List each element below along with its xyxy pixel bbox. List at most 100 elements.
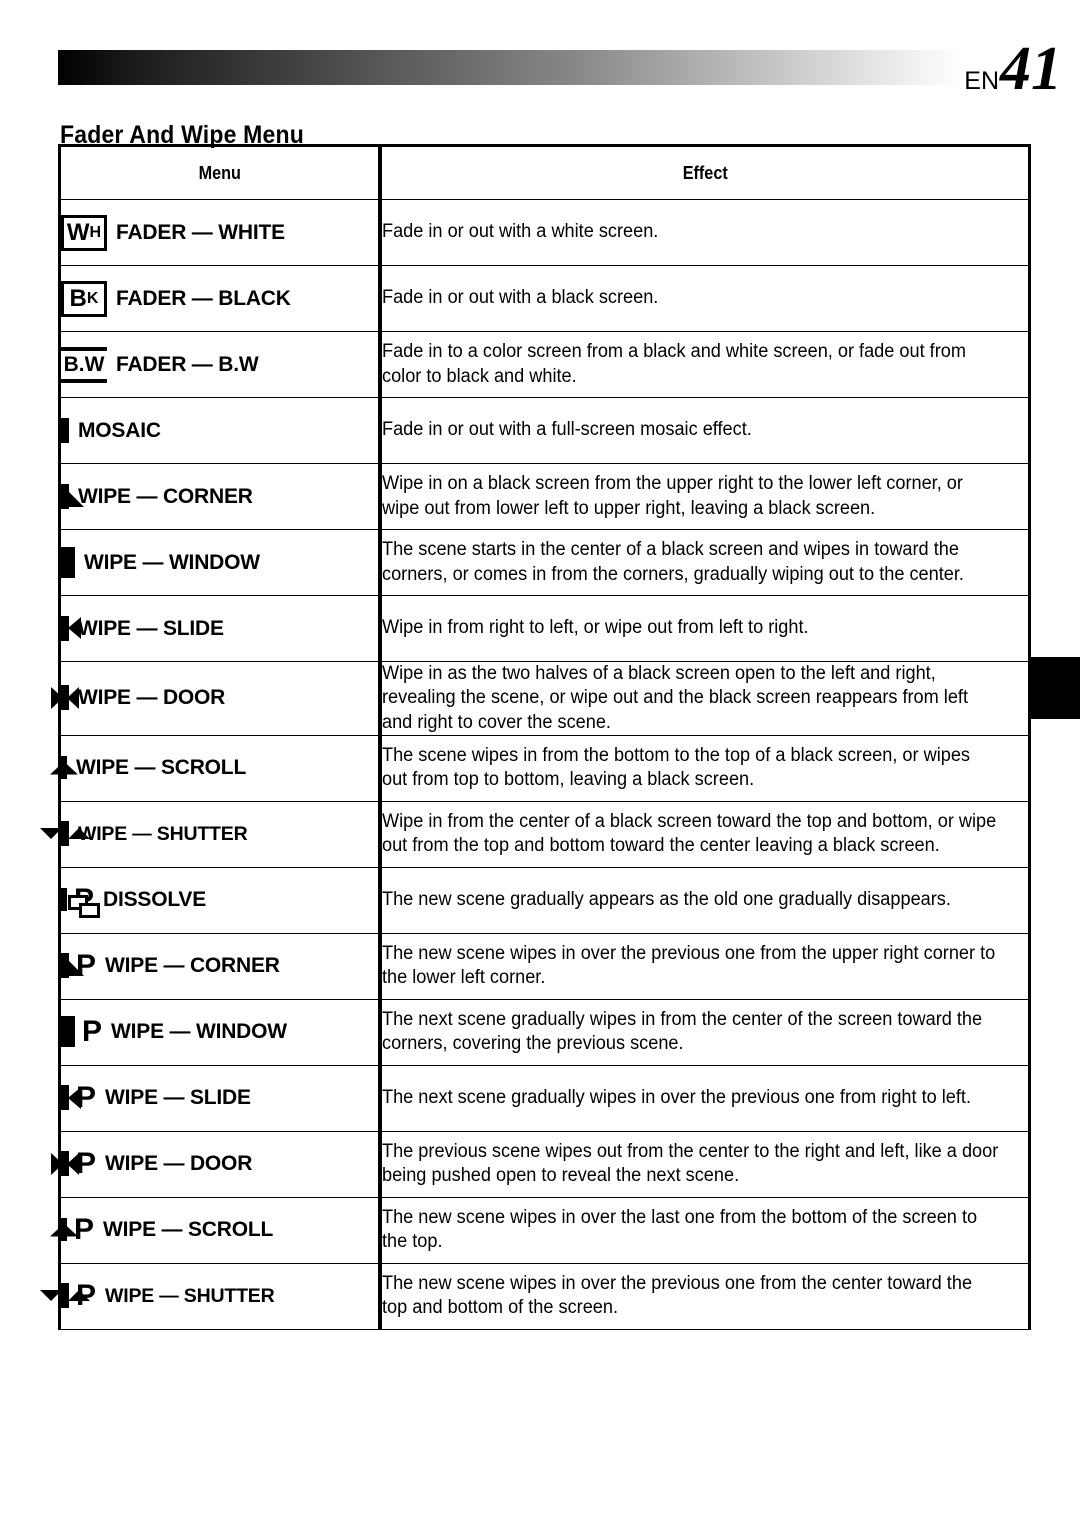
- effect-cell: Fade in or out with a full-screen mosaic…: [379, 397, 1031, 464]
- menu-cell: B.W FADER — B.W: [58, 331, 382, 398]
- effect-cell: The next scene gradually wipes in over t…: [379, 1064, 1031, 1132]
- effect-description: The next scene gradually wipes in from t…: [381, 1009, 982, 1055]
- page-language-code: EN: [964, 67, 999, 95]
- effect-cell: Fade in or out with a white screen.: [379, 199, 1031, 266]
- menu-item-label: FADER — BLACK: [116, 286, 291, 310]
- menu-item-label: MOSAIC: [78, 418, 161, 442]
- menu-cell: P WIPE — DOOR: [51, 1130, 382, 1198]
- table-row: P WIPE — DOOR The previous scene wipes out…: [51, 1130, 1031, 1198]
- effect-description: Wipe in from the center of a black scree…: [381, 811, 996, 857]
- menu-cell: WIPE — DOOR: [51, 661, 382, 736]
- effect-cell: Wipe in as the two halves of a black scr…: [379, 661, 1031, 736]
- effect-cell: The next scene gradually wipes in from t…: [379, 998, 1031, 1066]
- menu-item-label: WIPE — SCROLL: [76, 756, 247, 780]
- effect-cell: The previous scene wipes out from the ce…: [379, 1130, 1031, 1198]
- menu-item-label: FADER — B.W: [116, 352, 259, 376]
- effect-description: Wipe in as the two halves of a black scr…: [381, 663, 968, 733]
- table-row: MOSAIC Fade in or out with a full-screen …: [58, 397, 1031, 464]
- table-row: P WIPE — SCROLL The new scene wipes in ove…: [50, 1196, 1031, 1264]
- menu-item-label: WIPE — SHUTTER: [78, 822, 248, 845]
- effect-cell: Wipe in from right to left, or wipe out …: [379, 595, 1031, 662]
- table-row: P WIPE — SLIDE The next scene gradually wi…: [58, 1064, 1031, 1132]
- effect-cell: The new scene wipes in over the previous…: [379, 932, 1031, 1000]
- effect-description: Fade in to a color screen from a black a…: [381, 341, 966, 387]
- menu-item-label: WIPE — WINDOW: [111, 1020, 287, 1044]
- table-row: B.W FADER — B.W Fade in to a color screen …: [58, 331, 1031, 398]
- fader-wipe-menu-table: Menu Effect W H FADER — WHITE Fade in or ou…: [40, 144, 1031, 1330]
- wipe-scroll-p-icon: [50, 1218, 78, 1242]
- effect-cell: The new scene wipes in over the last one…: [379, 1196, 1031, 1264]
- table-header-row: Menu Effect: [60, 144, 1030, 200]
- effect-cell: The scene starts in the center of a blac…: [379, 529, 1031, 596]
- menu-item-label: FADER — WHITE: [116, 220, 285, 244]
- effect-cell: The new scene wipes in over the previous…: [379, 1262, 1031, 1330]
- effect-description: Fade in or out with a black screen.: [381, 287, 658, 309]
- menu-cell: WIPE — WINDOW: [58, 529, 382, 596]
- wipe-window-icon: [61, 546, 75, 578]
- fader-white-icon: WH: [61, 214, 107, 251]
- menu-cell: WIPE — SHUTTER: [40, 800, 382, 868]
- menu-item-label: WIPE — CORNER: [105, 954, 280, 978]
- menu-item-label: WIPE — SCROLL: [103, 1218, 274, 1242]
- effect-description: The new scene wipes in over the last one…: [381, 1207, 977, 1253]
- dissolve-p-icon: [61, 888, 100, 919]
- effect-description: Wipe in from right to left, or wipe out …: [381, 617, 809, 639]
- table-row: WIPE — WINDOW The scene starts in the cen…: [58, 529, 1031, 596]
- menu-cell: MOSAIC: [58, 397, 382, 464]
- wipe-door-icon: [51, 685, 79, 711]
- effect-cell: The scene wipes in from the bottom to th…: [379, 734, 1031, 802]
- menu-item-label: WIPE — DOOR: [105, 1152, 253, 1176]
- effect-description: Fade in or out with a full-screen mosaic…: [381, 419, 752, 441]
- wipe-scroll-icon: [50, 756, 78, 780]
- column-header-menu: Menu: [74, 144, 366, 200]
- header-gradient-bar: [58, 50, 963, 85]
- effect-description: The new scene gradually appears as the o…: [381, 889, 951, 911]
- table-row: B K FADER — BLACK Fade in or out with a bla…: [58, 265, 1031, 332]
- page-edge-tab-marker: [1029, 657, 1080, 719]
- effect-description: The scene wipes in from the bottom to th…: [381, 745, 970, 791]
- menu-cell: P WIPE — SCROLL: [50, 1196, 382, 1264]
- program-ae-p-marker: P: [76, 1147, 97, 1181]
- effect-description: The next scene gradually wipes in over t…: [381, 1087, 971, 1109]
- effect-cell: The new scene gradually appears as the o…: [379, 866, 1031, 934]
- menu-cell: PDISSOLVE: [58, 866, 382, 934]
- column-header-effect: Effect: [411, 144, 999, 200]
- menu-item-label: WIPE — CORNER: [78, 484, 253, 508]
- effect-description: Fade in or out with a white screen.: [381, 221, 658, 243]
- wipe-shutter-p-icon: [40, 1283, 90, 1309]
- fader-bw-icon: B.W: [61, 346, 107, 383]
- effect-description: The new scene wipes in over the previous…: [381, 943, 995, 989]
- wipe-window-p-icon: [61, 1016, 75, 1048]
- program-ae-p-marker: P: [82, 1015, 103, 1049]
- table-row: WIPE — CORNER Wipe in on a black screen f…: [58, 463, 1031, 530]
- effect-description: The previous scene wipes out from the ce…: [381, 1141, 998, 1187]
- wipe-slide-icon: [61, 615, 81, 641]
- effect-description: The new scene wipes in over the previous…: [381, 1273, 972, 1319]
- table-row: WIPE — SLIDE Wipe in from right to left, …: [58, 595, 1031, 662]
- effect-description: The scene starts in the center of a blac…: [381, 539, 964, 585]
- wipe-shutter-icon: [40, 821, 90, 847]
- menu-cell: WIPE — CORNER: [58, 463, 382, 530]
- menu-item-label: WIPE — SHUTTER: [105, 1284, 275, 1307]
- table-row: WIPE — SCROLL The scene wipes in from the…: [50, 734, 1031, 802]
- wipe-door-p-icon: [51, 1151, 79, 1177]
- table-row: PDISSOLVEThe new scene gradually appears…: [58, 866, 1031, 934]
- table-body: W H FADER — WHITE Fade in or out with a whi…: [40, 199, 1031, 1330]
- effect-cell: Wipe in on a black screen from the upper…: [379, 463, 1031, 530]
- menu-item-label: DISSOLVE: [103, 888, 207, 912]
- table-row: W H FADER — WHITE Fade in or out with a whi…: [58, 199, 1031, 266]
- menu-cell: P WIPE — SHUTTER: [40, 1262, 382, 1330]
- effect-description: Wipe in on a black screen from the upper…: [381, 473, 963, 519]
- table-row: P WIPE — CORNER The new scene wipes in ove…: [58, 932, 1031, 1000]
- menu-item-label: WIPE — SLIDE: [78, 616, 224, 640]
- table-row: P WIPE — WINDOW The next scene gradually w…: [58, 998, 1031, 1066]
- menu-item-label: WIPE — SLIDE: [105, 1086, 251, 1110]
- menu-cell: WIPE — SLIDE: [58, 595, 382, 662]
- mosaic-icon: [61, 417, 69, 443]
- menu-cell: W H FADER — WHITE: [58, 199, 382, 266]
- table-row: WIPE — SHUTTER Wipe in from the center of…: [40, 800, 1031, 868]
- effect-cell: Wipe in from the center of a black scree…: [379, 800, 1031, 868]
- menu-cell: P WIPE — SLIDE: [58, 1064, 382, 1132]
- table-row: WIPE — DOOR Wipe in as the two halves of …: [51, 661, 1031, 736]
- wipe-corner-icon: [61, 483, 84, 509]
